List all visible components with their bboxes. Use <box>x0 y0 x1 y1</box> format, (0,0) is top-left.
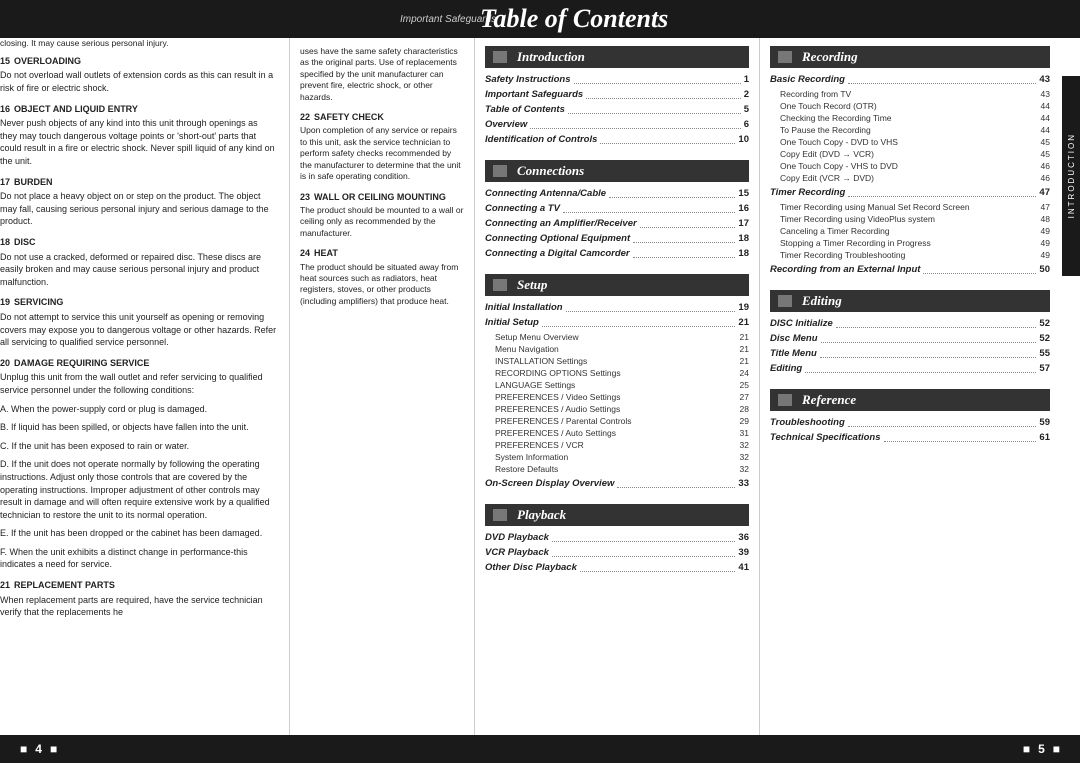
footer-left: ■ 4 ■ <box>20 742 57 756</box>
toc-sub-rec-tv: Recording from TV43 <box>770 89 1050 99</box>
toc-sub-manual-timer: Timer Recording using Manual Set Record … <box>770 202 1050 212</box>
toc-entry-initial-install: Initial Installation 19 <box>485 302 749 314</box>
toc-entry-tech-specs: Technical Specifications 61 <box>770 432 1050 444</box>
footer-page-num-right: 5 <box>1038 742 1045 756</box>
toc-entry-optional: Connecting Optional Equipment 18 <box>485 233 749 245</box>
toc-sub-restore: Restore Defaults32 <box>485 464 749 474</box>
toc-entry-disc-init: DISC Initialize 52 <box>770 318 1050 330</box>
toc-playback-header: Playback <box>485 504 749 526</box>
footer-page-num-left: 4 <box>35 742 42 756</box>
header-title: Table of Contents <box>480 4 668 34</box>
toc-entry-timer-recording: Timer Recording 47 <box>770 187 1050 199</box>
section-18: 18DISC Do not use a cracked, deformed or… <box>0 236 277 288</box>
toc-entry-antenna: Connecting Antenna/Cable 15 <box>485 188 749 200</box>
toc-right-column: Recording Basic Recording 43 Recording f… <box>760 38 1060 735</box>
toc-connections: Connections Connecting Antenna/Cable 15 … <box>485 160 749 260</box>
toc-sub-otc-dvd-vhs: One Touch Copy - DVD to VHS45 <box>770 137 1050 147</box>
toc-entry-tv: Connecting a TV 16 <box>485 203 749 215</box>
page-footer: ■ 4 ■ ■ 5 ■ <box>0 735 1080 763</box>
toc-sub-video: PREFERENCES / Video Settings27 <box>485 392 749 402</box>
footer-right-bar2: ■ <box>1053 742 1060 756</box>
toc-sub-check-time: Checking the Recording Time44 <box>770 113 1050 123</box>
page-header: Important Safeguards Table of Contents <box>0 0 1080 38</box>
toc-sub-menu-nav: Menu Navigation21 <box>485 344 749 354</box>
toc-entry-title-menu: Title Menu 55 <box>770 348 1050 360</box>
toc-sub-recording-options: RECORDING OPTIONS Settings24 <box>485 368 749 378</box>
toc-sub-audio: PREFERENCES / Audio Settings28 <box>485 404 749 414</box>
toc-entry-initial-setup: Initial Setup 21 <box>485 317 749 329</box>
toc-entry-identification: Identification of Controls 10 <box>485 134 749 146</box>
toc-playback: Playback DVD Playback 36 VCR Playback 39… <box>485 504 749 574</box>
toc-setup: Setup Initial Installation 19 Initial Se… <box>485 274 749 490</box>
footer-right-bar1: ■ <box>1023 742 1030 756</box>
section-23: 23WALL OR CEILING MOUNTING The product s… <box>300 191 464 240</box>
toc-middle-column: Introduction Safety Instructions 1 Impor… <box>475 38 760 735</box>
toc-editing-header: Editing <box>770 290 1050 312</box>
section-21: 21REPLACEMENT PARTS When replacement par… <box>0 579 277 619</box>
toc-sub-otc-vhs-dvd: One Touch Copy - VHS to DVD46 <box>770 161 1050 171</box>
left-column: closing. It may cause serious personal i… <box>0 38 290 735</box>
toc-entry-other-playback: Other Disc Playback 41 <box>485 562 749 574</box>
section-19: 19SERVICING Do not attempt to service th… <box>0 296 277 348</box>
toc-introduction: Introduction Safety Instructions 1 Impor… <box>485 46 749 146</box>
toc-entry-amplifier: Connecting an Amplifier/Receiver 17 <box>485 218 749 230</box>
intro-closing-text: closing. It may cause serious personal i… <box>0 38 277 50</box>
section-15: 15OVERLOADING Do not overload wall outle… <box>0 55 277 95</box>
section-24: 24HEAT The product should be situated aw… <box>300 247 464 307</box>
toc-sub-otr: One Touch Record (OTR)44 <box>770 101 1050 111</box>
toc-sub-auto: PREFERENCES / Auto Settings31 <box>485 428 749 438</box>
toc-entry-camcorder: Connecting a Digital Camcorder 18 <box>485 248 749 260</box>
toc-sub-stop-timer: Stopping a Timer Recording in Progress49 <box>770 238 1050 248</box>
toc-entry-external-input: Recording from an External Input 50 <box>770 264 1050 276</box>
toc-sub-sysinfo: System Information32 <box>485 452 749 462</box>
section-17: 17BURDEN Do not place a heavy object on … <box>0 176 277 228</box>
footer-right: ■ 5 ■ <box>1023 742 1060 756</box>
toc-entry-safeguards: Important Safeguards 2 <box>485 89 749 101</box>
toc-entry-basic-recording: Basic Recording 43 <box>770 74 1050 86</box>
toc-entry-dvd-playback: DVD Playback 36 <box>485 532 749 544</box>
toc-entry-overview: Overview 6 <box>485 119 749 131</box>
toc-sub-copy-edit-vcr-dvd: Copy Edit (VCR → DVD)46 <box>770 173 1050 183</box>
toc-entry-editing: Editing 57 <box>770 363 1050 375</box>
side-label: INTRODUCTION <box>1062 76 1080 276</box>
footer-left-bar2: ■ <box>50 742 57 756</box>
toc-entry-troubleshooting: Troubleshooting 59 <box>770 417 1050 429</box>
toc-sub-parental: PREFERENCES / Parental Controls29 <box>485 416 749 426</box>
toc-recording: Recording Basic Recording 43 Recording f… <box>770 46 1050 276</box>
toc-sub-pause-rec: To Pause the Recording44 <box>770 125 1050 135</box>
toc-sub-setup-menu: Setup Menu Overview21 <box>485 332 749 342</box>
toc-sub-install-settings: INSTALLATION Settings21 <box>485 356 749 366</box>
toc-reference-header: Reference <box>770 389 1050 411</box>
toc-entry-toc: Table of Contents 5 <box>485 104 749 116</box>
toc-sub-copy-edit-dvd-vcr: Copy Edit (DVD → VCR)45 <box>770 149 1050 159</box>
section-22: 22SAFETY CHECK Upon completion of any se… <box>300 111 464 182</box>
toc-sub-timer-trouble: Timer Recording Troubleshooting49 <box>770 250 1050 260</box>
toc-connections-header: Connections <box>485 160 749 182</box>
toc-sub-language: LANGUAGE Settings25 <box>485 380 749 390</box>
section-20: 20DAMAGE REQUIRING SERVICE Unplug this u… <box>0 357 277 571</box>
toc-entry-vcr-playback: VCR Playback 39 <box>485 547 749 559</box>
toc-sub-vcr: PREFERENCES / VCR32 <box>485 440 749 450</box>
footer-left-bar1: ■ <box>20 742 27 756</box>
toc-sub-cancel-timer: Canceling a Timer Recording49 <box>770 226 1050 236</box>
mid-left-column: uses have the same safety characteristic… <box>290 38 475 735</box>
section-16: 16OBJECT AND LIQUID ENTRY Never push obj… <box>0 103 277 168</box>
toc-sub-videoplus: Timer Recording using VideoPlus system48 <box>770 214 1050 224</box>
toc-setup-header: Setup <box>485 274 749 296</box>
toc-recording-header: Recording <box>770 46 1050 68</box>
toc-editing: Editing DISC Initialize 52 Disc Menu 52 … <box>770 290 1050 375</box>
toc-entry-disc-menu: Disc Menu 52 <box>770 333 1050 345</box>
toc-entry-safety: Safety Instructions 1 <box>485 74 749 86</box>
toc-reference: Reference Troubleshooting 59 Technical S… <box>770 389 1050 444</box>
toc-introduction-header: Introduction <box>485 46 749 68</box>
toc-entry-osd: On-Screen Display Overview 33 <box>485 478 749 490</box>
